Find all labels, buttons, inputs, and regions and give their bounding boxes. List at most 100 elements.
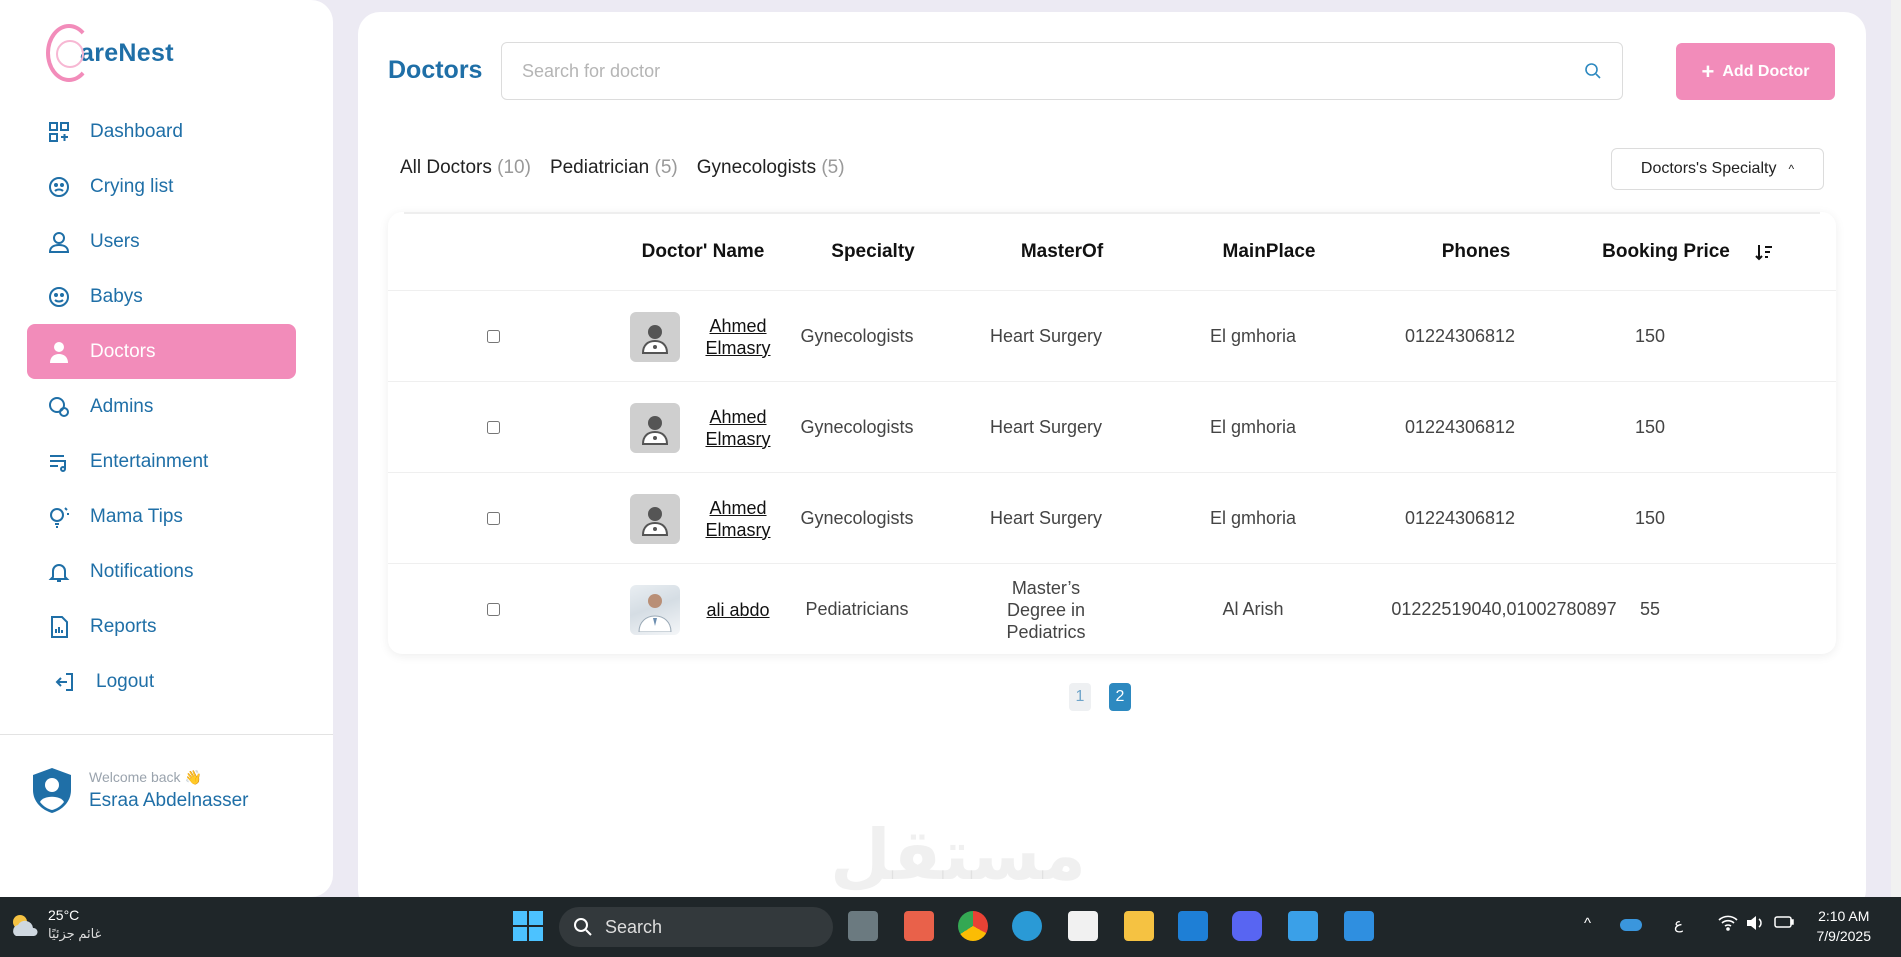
filter-gynecologists[interactable]: Gynecologists (5) — [697, 157, 845, 179]
add-doctor-button[interactable]: + Add Doctor — [1676, 43, 1835, 100]
doctor-photo — [630, 584, 680, 635]
page-1-button[interactable]: 1 — [1069, 683, 1091, 711]
table-row[interactable]: Ahmed Elmasry Gynecologists Heart Surger… — [388, 381, 1836, 472]
search-bar[interactable] — [501, 42, 1623, 100]
filter-count: (5) — [654, 157, 678, 178]
doctor-avatar — [630, 311, 680, 362]
search-icon[interactable] — [1584, 62, 1602, 80]
logo-mark — [46, 24, 92, 82]
cell-main-place: Al Arish — [1222, 599, 1284, 619]
filter-pediatrician[interactable]: Pediatrician (5) — [550, 157, 678, 179]
user-icon — [47, 230, 71, 254]
sidebar-item-crying-list[interactable]: Crying list — [27, 159, 296, 214]
input-language[interactable]: ع — [1674, 915, 1683, 933]
table-row[interactable]: Ahmed Elmasry Gynecologists Heart Surger… — [388, 472, 1836, 563]
weather-widget[interactable]: 25°C غائم جزئيًا — [8, 907, 101, 942]
app-copilot-icon[interactable] — [904, 911, 934, 941]
taskbar-search-label: Search — [605, 916, 663, 937]
doctor-name-link[interactable]: Ahmed Elmasry — [698, 315, 778, 359]
logo[interactable]: areNest — [46, 24, 174, 82]
col-specialty[interactable]: Specialty — [788, 214, 958, 290]
edge-icon[interactable] — [1012, 911, 1042, 941]
doctor-name-link[interactable]: Ahmed Elmasry — [698, 406, 778, 450]
cell-booking-price: 150 — [1634, 326, 1666, 346]
welcome-text: Welcome back 👋 — [89, 768, 202, 785]
taskbar: 25°C غائم جزئيًا Search ^ ع 2:10 AM 7/9/… — [0, 897, 1901, 957]
col-booking-price[interactable]: Booking Price — [1580, 214, 1752, 290]
doctors-table: Doctor' Name Specialty MasterOf MainPlac… — [388, 212, 1836, 654]
taskbar-search[interactable]: Search — [559, 907, 833, 947]
specialty-dropdown[interactable]: Doctors's Specialty ^ — [1611, 148, 1824, 190]
weather-temp: 25°C — [48, 907, 80, 923]
system-clock[interactable]: 2:10 AM 7/9/2025 — [1817, 906, 1872, 946]
chevron-up-icon: ^ — [1788, 162, 1795, 176]
filter-label: All Doctors — [400, 157, 492, 178]
onedrive-icon[interactable] — [1620, 919, 1642, 931]
file-explorer-icon[interactable] — [1124, 911, 1154, 941]
cell-specialty: Gynecologists — [800, 417, 914, 437]
row-checkbox[interactable] — [486, 421, 500, 434]
sidebar-item-notifications[interactable]: Notifications — [27, 544, 296, 599]
doctor-name-link[interactable]: ali abdo — [698, 599, 778, 621]
task-view-icon[interactable] — [848, 911, 878, 941]
col-doctor-name[interactable]: Doctor' Name — [618, 214, 788, 290]
cell-booking-price: 55 — [1639, 599, 1661, 619]
sidebar-item-users[interactable]: Users — [27, 214, 296, 269]
sidebar-item-label: Admins — [90, 395, 154, 417]
page-2-button[interactable]: 2 — [1109, 683, 1131, 711]
chrome-icon[interactable] — [958, 911, 988, 941]
filter-label: Pediatrician — [549, 157, 650, 178]
volume-icon[interactable] — [1746, 915, 1764, 935]
sidebar-item-dashboard[interactable]: Dashboard — [27, 104, 296, 159]
report-icon — [47, 615, 71, 639]
filter-tabs: All Doctors (10) Pediatrician (5) Gyneco… — [400, 157, 864, 179]
sidebar-item-mama-tips[interactable]: Mama Tips — [27, 489, 296, 544]
windows-start-icon[interactable] — [512, 910, 544, 942]
tray-chevron-icon[interactable]: ^ — [1584, 915, 1591, 932]
notepad-icon[interactable] — [1288, 911, 1318, 941]
sort-icon[interactable] — [1744, 214, 1784, 290]
table-row[interactable]: Ahmed Elmasry Gynecologists Heart Surger… — [388, 290, 1836, 381]
sidebar-nav: Dashboard Crying list Users Babys Doctor… — [27, 104, 296, 709]
user-profile[interactable]: Welcome back 👋 Esraa Abdelnasser — [30, 766, 249, 814]
sidebar-item-label: Babys — [90, 285, 143, 307]
weather-condition: غائم جزئيًا — [48, 926, 102, 941]
store-icon[interactable] — [1068, 911, 1098, 941]
col-main-place[interactable]: MainPlace — [1166, 214, 1372, 290]
paint-icon[interactable] — [1344, 911, 1374, 941]
cell-master-of: Heart Surgery — [989, 326, 1103, 346]
page-scrollbar[interactable] — [1891, 0, 1901, 897]
filter-all-doctors[interactable]: All Doctors (10) — [400, 157, 531, 179]
sidebar-item-doctors[interactable]: Doctors — [27, 324, 296, 379]
doctor-name-link[interactable]: Ahmed Elmasry — [698, 497, 778, 541]
sidebar-item-label: Reports — [90, 615, 157, 637]
battery-icon[interactable] — [1774, 915, 1794, 933]
row-checkbox[interactable] — [486, 603, 500, 616]
cell-specialty: Pediatricians — [805, 599, 909, 619]
search-input[interactable] — [522, 60, 1584, 82]
sidebar-item-reports[interactable]: Reports — [27, 599, 296, 654]
sidebar-item-admins[interactable]: Admins — [27, 379, 296, 434]
col-phones[interactable]: Phones — [1372, 214, 1580, 290]
table-header: Doctor' Name Specialty MasterOf MainPlac… — [404, 212, 1820, 290]
row-checkbox[interactable] — [486, 330, 500, 343]
filter-label: Gynecologists — [696, 157, 817, 178]
filter-count: (10) — [497, 157, 531, 178]
sidebar-item-label: Doctors — [90, 340, 156, 362]
discord-icon[interactable] — [1232, 911, 1262, 941]
vscode-icon[interactable] — [1178, 911, 1208, 941]
row-checkbox[interactable] — [486, 512, 500, 525]
cell-main-place: El gmhoria — [1209, 417, 1297, 437]
col-master-of[interactable]: MasterOf — [958, 214, 1166, 290]
user-name: Esraa Abdelnasser — [89, 789, 249, 811]
specialty-dropdown-label: Doctors's Specialty — [1640, 160, 1777, 177]
sidebar-item-logout[interactable]: Logout — [27, 654, 296, 709]
bell-icon — [47, 560, 71, 584]
table-row[interactable]: ali abdo Pediatricians Master’s Degree i… — [388, 563, 1836, 654]
sidebar-item-babys[interactable]: Babys — [27, 269, 296, 324]
crying-face-icon — [47, 175, 71, 199]
cell-main-place: El gmhoria — [1209, 326, 1297, 346]
baby-face-icon — [47, 285, 71, 309]
wifi-icon[interactable] — [1718, 915, 1738, 935]
sidebar-item-entertainment[interactable]: Entertainment — [27, 434, 296, 489]
